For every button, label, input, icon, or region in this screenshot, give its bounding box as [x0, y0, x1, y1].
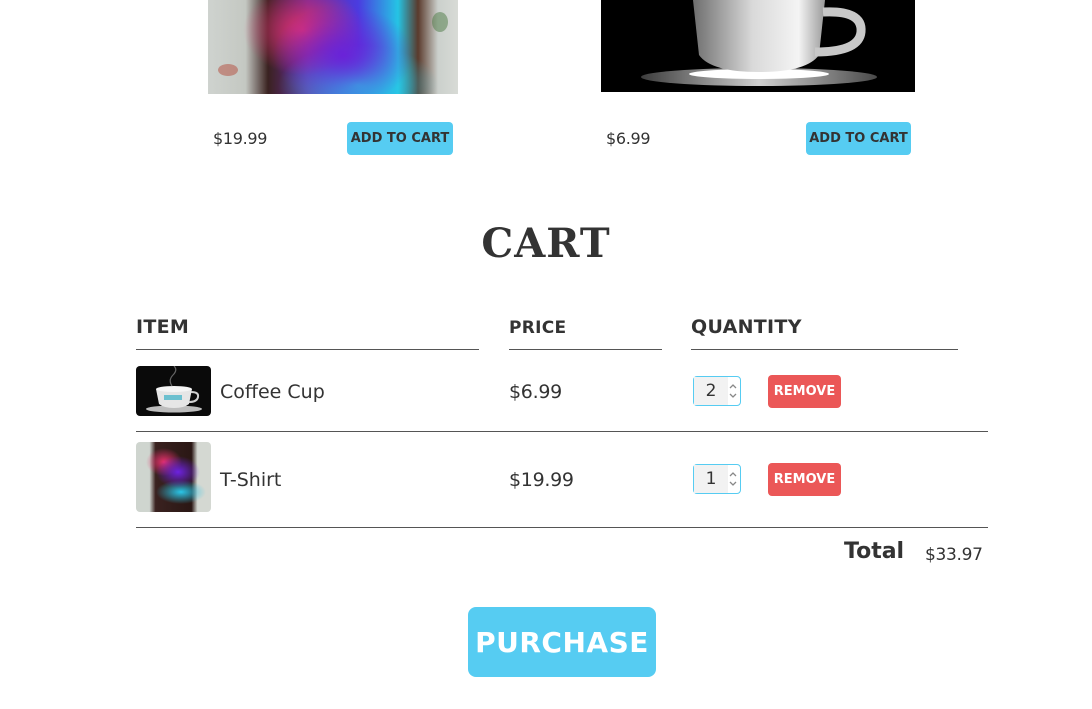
tshirt-image	[208, 0, 458, 94]
tshirt-thumbnail	[136, 442, 211, 512]
cart-item-name: T-Shirt	[220, 469, 282, 491]
shop-item-price: $19.99	[213, 129, 268, 148]
price-column-header: PRICE	[509, 318, 567, 338]
remove-button[interactable]: REMOVE	[768, 375, 841, 408]
total-label: Total	[844, 539, 905, 564]
quantity-value: 1	[694, 465, 728, 493]
item-header-underline	[136, 349, 479, 350]
cart-item-name: Coffee Cup	[220, 381, 325, 403]
quantity-spinner-icon[interactable]	[728, 380, 738, 402]
cart-item-price: $6.99	[509, 381, 562, 403]
shop-item-price: $6.99	[606, 129, 651, 148]
coffee-cup-thumbnail	[136, 366, 211, 416]
add-to-cart-button[interactable]: ADD TO CART	[806, 122, 911, 155]
quantity-value: 2	[694, 377, 728, 405]
cart-item-price: $19.99	[509, 469, 574, 491]
item-column-header: ITEM	[136, 316, 190, 338]
quantity-column-header: QUANTITY	[691, 316, 802, 338]
cart-title: CART	[481, 220, 611, 267]
total-value: $33.97	[925, 545, 983, 565]
quantity-input[interactable]: 1	[693, 464, 741, 494]
row-divider	[136, 431, 988, 432]
coffee-cup-image	[601, 0, 915, 92]
purchase-button[interactable]: PURCHASE	[468, 607, 656, 677]
quantity-header-underline	[691, 349, 958, 350]
remove-button[interactable]: REMOVE	[768, 463, 841, 496]
quantity-input[interactable]: 2	[693, 376, 741, 406]
quantity-spinner-icon[interactable]	[728, 468, 738, 490]
row-divider	[136, 527, 988, 528]
add-to-cart-button[interactable]: ADD TO CART	[347, 122, 453, 155]
price-header-underline	[509, 349, 662, 350]
